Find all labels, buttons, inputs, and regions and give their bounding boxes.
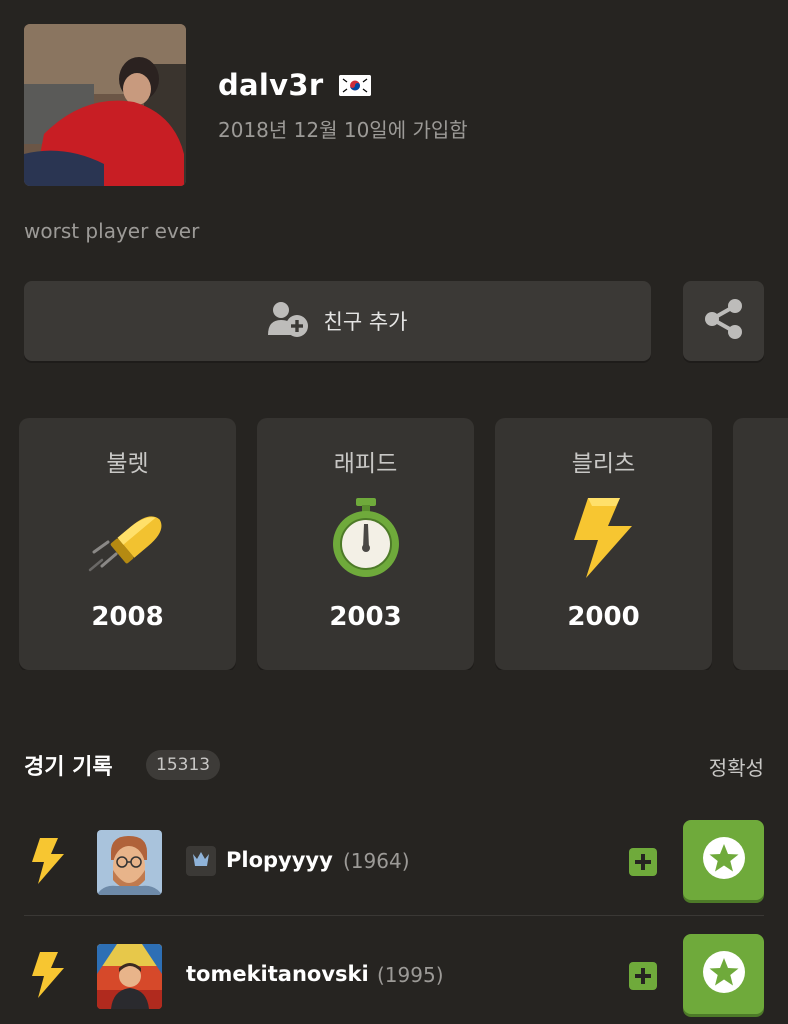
rating-card-label: 래피드: [333, 451, 398, 477]
share-icon: [702, 297, 746, 345]
plus-icon: [629, 848, 657, 880]
plus-icon: [629, 962, 657, 994]
rating-card-rapid[interactable]: 래피드 2003: [257, 418, 474, 670]
rating-value: 2003: [329, 602, 402, 632]
opponent-name[interactable]: tomekitanovski: [186, 962, 369, 986]
opponent-avatar[interactable]: [97, 944, 162, 1009]
rating-card-partial[interactable]: [733, 418, 788, 670]
rating-card-label: 불렛: [106, 451, 149, 477]
lightning-icon: [30, 838, 66, 888]
profile-bio: worst player ever: [24, 219, 200, 243]
opponent-avatar[interactable]: [97, 830, 162, 895]
opponent-name[interactable]: Plopyyyy: [226, 848, 333, 872]
row-divider: [24, 915, 764, 916]
accuracy-label[interactable]: 정확성: [709, 752, 764, 781]
add-friend-label: 친구 추가: [323, 310, 408, 334]
result-button[interactable]: [683, 820, 764, 900]
opponent-rating: (1964): [343, 849, 410, 873]
add-friend-button[interactable]: 친구 추가: [24, 281, 651, 361]
game-row[interactable]: Plopyyyy (1964): [24, 820, 764, 904]
opponent-rating: (1995): [377, 963, 444, 987]
join-date: 2018년 12월 10일에 가입함: [218, 118, 468, 142]
bullet-icon: [88, 496, 168, 580]
rating-cards: 불렛 2008 래피드 2003 블리츠 2000: [0, 418, 788, 670]
username: dalv3r: [218, 68, 324, 102]
lightning-icon: [30, 952, 66, 1002]
rating-value: 2008: [91, 602, 164, 632]
rating-card-bullet[interactable]: 불렛 2008: [19, 418, 236, 670]
share-button[interactable]: [683, 281, 764, 361]
star-icon: [701, 835, 747, 885]
star-icon: [701, 949, 747, 999]
stopwatch-icon: [326, 496, 406, 580]
rating-card-label: 블리츠: [571, 451, 636, 477]
rating-value: 2000: [567, 602, 640, 632]
south-korea-flag-icon: [339, 75, 371, 96]
crown-icon: [192, 851, 210, 871]
rating-card-blitz[interactable]: 블리츠 2000: [495, 418, 712, 670]
result-button[interactable]: [683, 934, 764, 1014]
game-history-title: 경기 기록: [24, 755, 113, 780]
add-user-icon: [267, 301, 310, 341]
lightning-icon: [564, 496, 644, 580]
game-count-badge: 15313: [146, 750, 221, 780]
profile-avatar[interactable]: [24, 24, 186, 186]
game-row[interactable]: tomekitanovski (1995): [24, 934, 764, 1018]
title-badge: [186, 846, 216, 876]
